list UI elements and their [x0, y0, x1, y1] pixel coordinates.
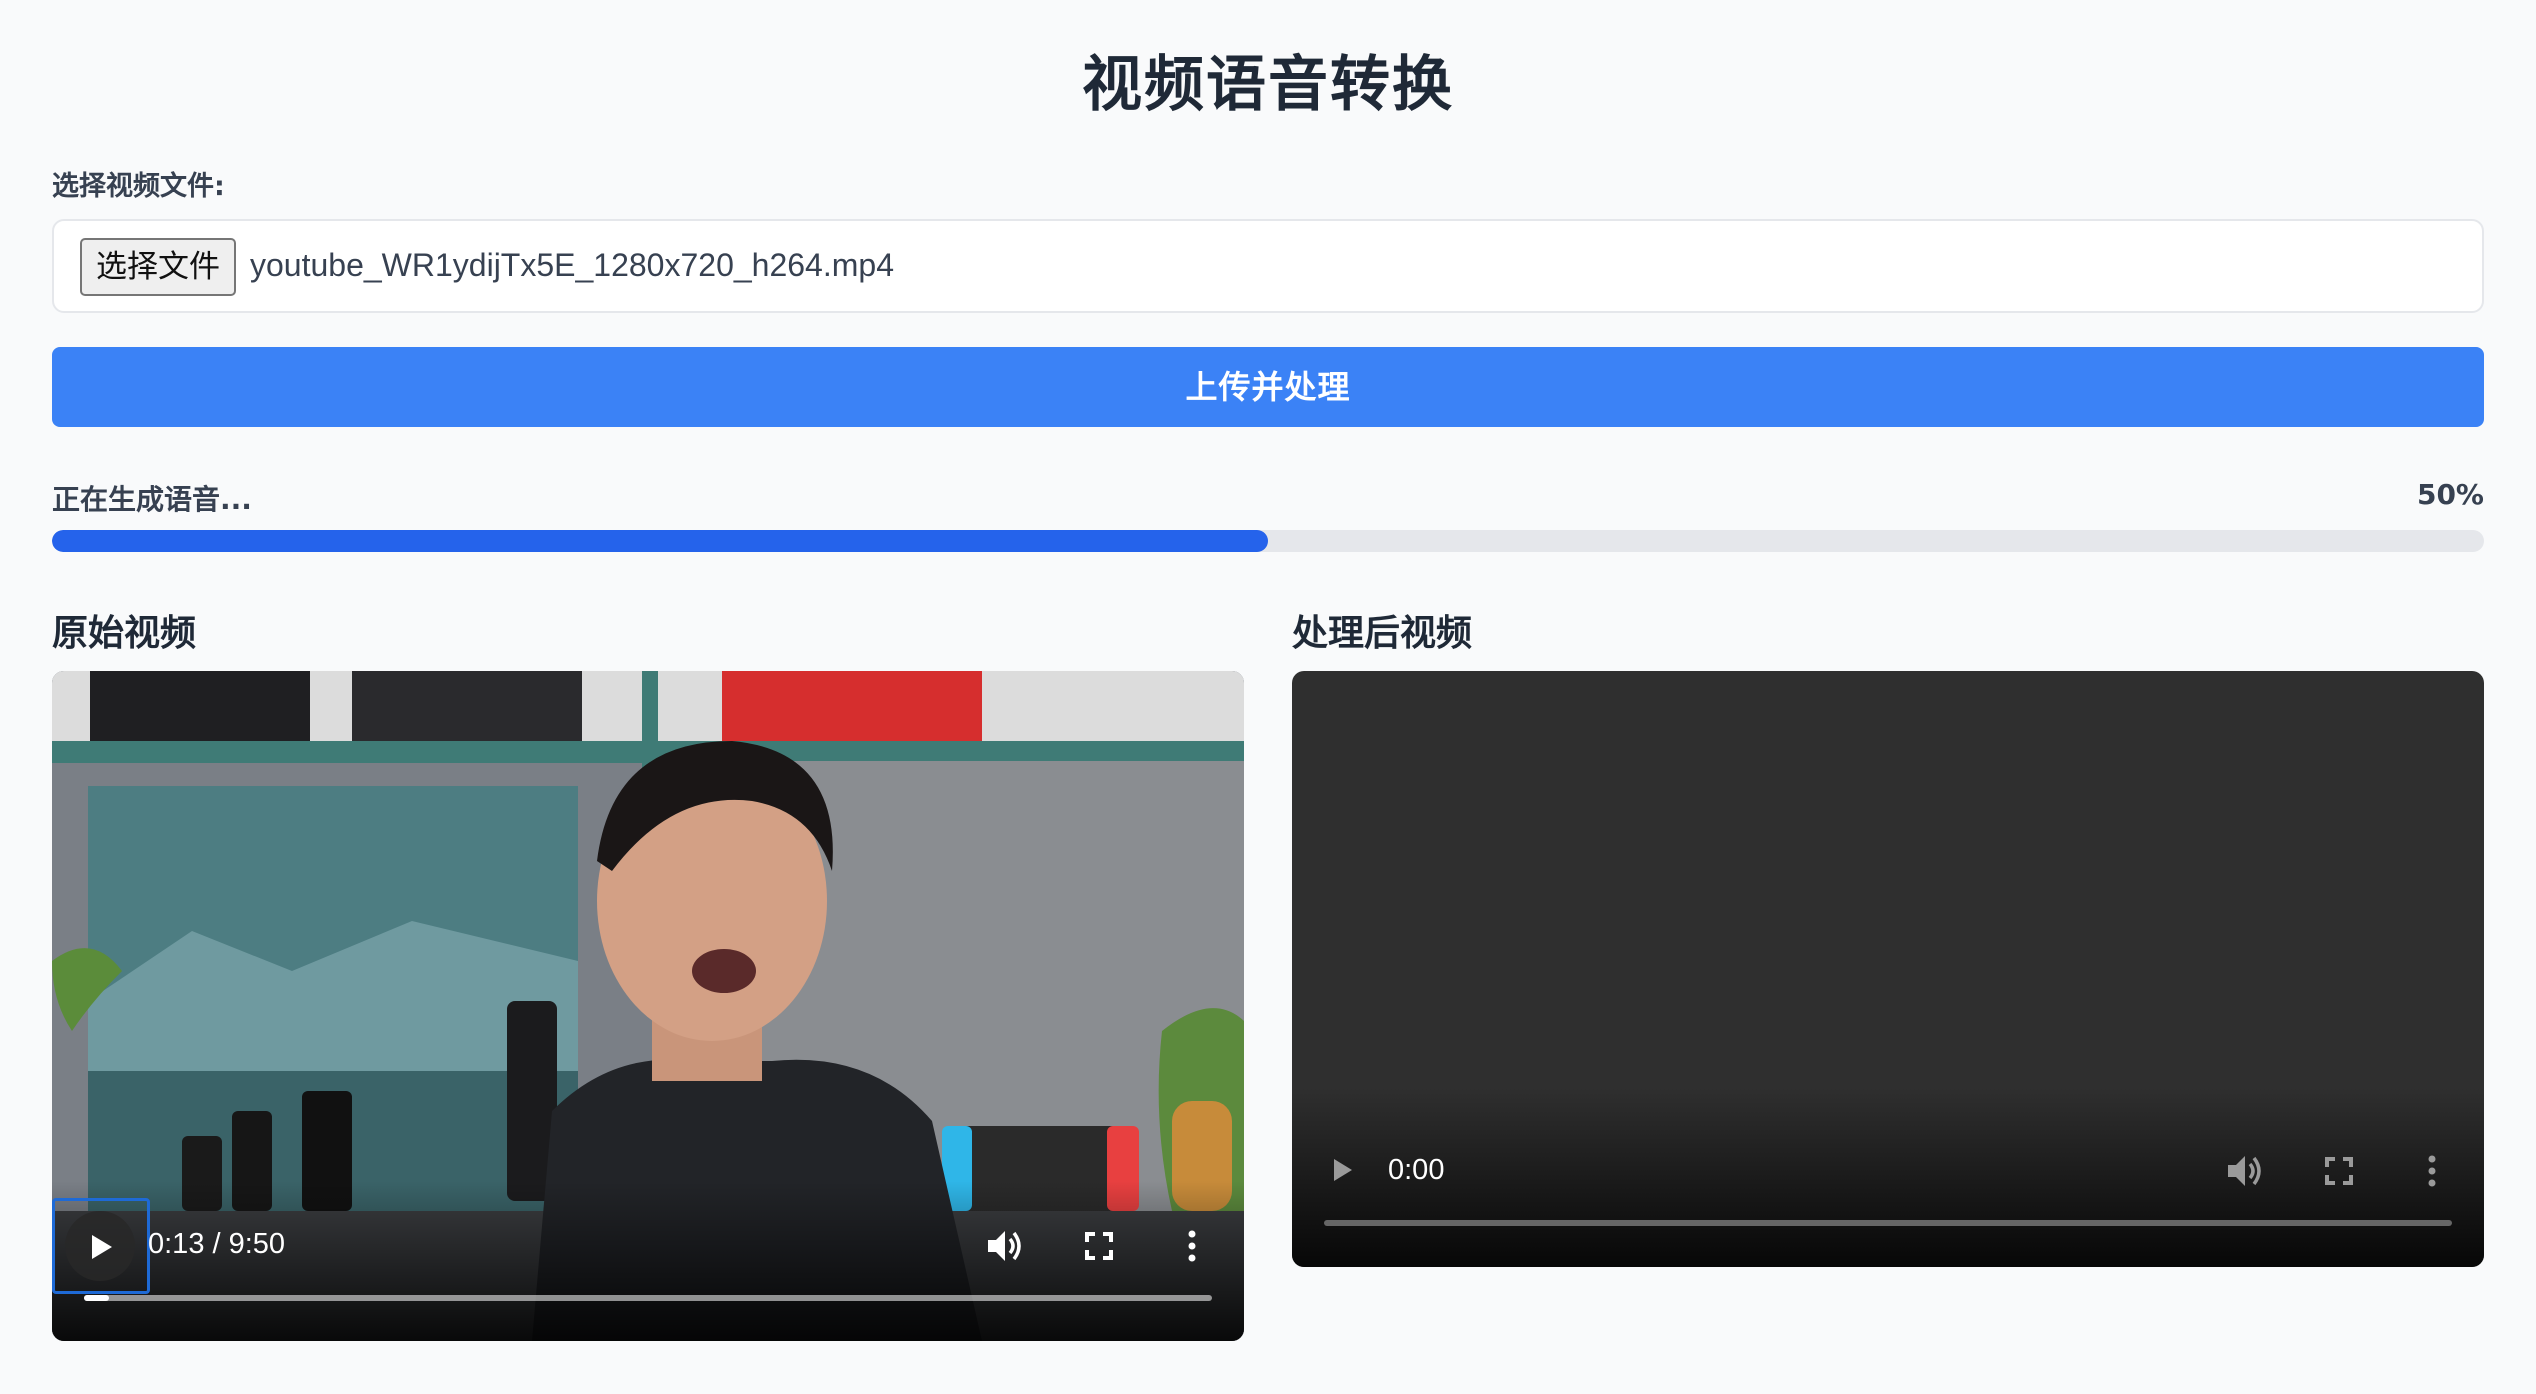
fullscreen-icon[interactable]	[1085, 1232, 1113, 1260]
controls-overlay	[52, 1181, 1244, 1341]
progress-status: 正在生成语音...	[52, 483, 252, 516]
progress-bar-fill	[52, 530, 1268, 552]
original-seek-bar[interactable]	[84, 1295, 1212, 1301]
controls-overlay	[1292, 1087, 2484, 1267]
selected-file-name: youtube_WR1ydijTx5E_1280x720_h264.mp4	[250, 247, 894, 283]
choose-file-button[interactable]: 选择文件	[80, 238, 236, 296]
play-icon	[92, 1235, 112, 1259]
page-title: 视频语音转换	[1082, 50, 1454, 120]
play-icon[interactable]	[1332, 1158, 1354, 1182]
more-options-icon[interactable]	[1187, 1230, 1197, 1262]
volume-icon[interactable]	[2225, 1153, 2263, 1189]
page: 视频语音转换 选择视频文件: 选择文件 youtube_WR1ydijTx5E_…	[0, 0, 2536, 1394]
processed-time-display: 0:00	[1388, 1154, 1445, 1186]
original-video-title: 原始视频	[52, 613, 197, 654]
more-options-icon[interactable]	[2427, 1155, 2437, 1187]
original-video-player[interactable]: 0:13 / 9:50	[52, 671, 1244, 1341]
original-time-display: 0:13 / 9:50	[148, 1228, 286, 1260]
processed-video-title: 处理后视频	[1292, 613, 1473, 654]
processed-video-player[interactable]: 0:00	[1292, 671, 2484, 1267]
original-seek-fill	[84, 1295, 109, 1301]
progress-bar	[52, 530, 2484, 552]
file-input[interactable]: 选择文件 youtube_WR1ydijTx5E_1280x720_h264.m…	[52, 219, 2484, 313]
progress-percent: 50%	[2416, 478, 2484, 511]
processed-seek-bar[interactable]	[1324, 1220, 2452, 1226]
upload-process-button[interactable]: 上传并处理	[52, 347, 2484, 427]
volume-icon[interactable]	[985, 1228, 1023, 1264]
fullscreen-icon[interactable]	[2325, 1157, 2353, 1185]
file-input-label: 选择视频文件:	[52, 171, 225, 202]
